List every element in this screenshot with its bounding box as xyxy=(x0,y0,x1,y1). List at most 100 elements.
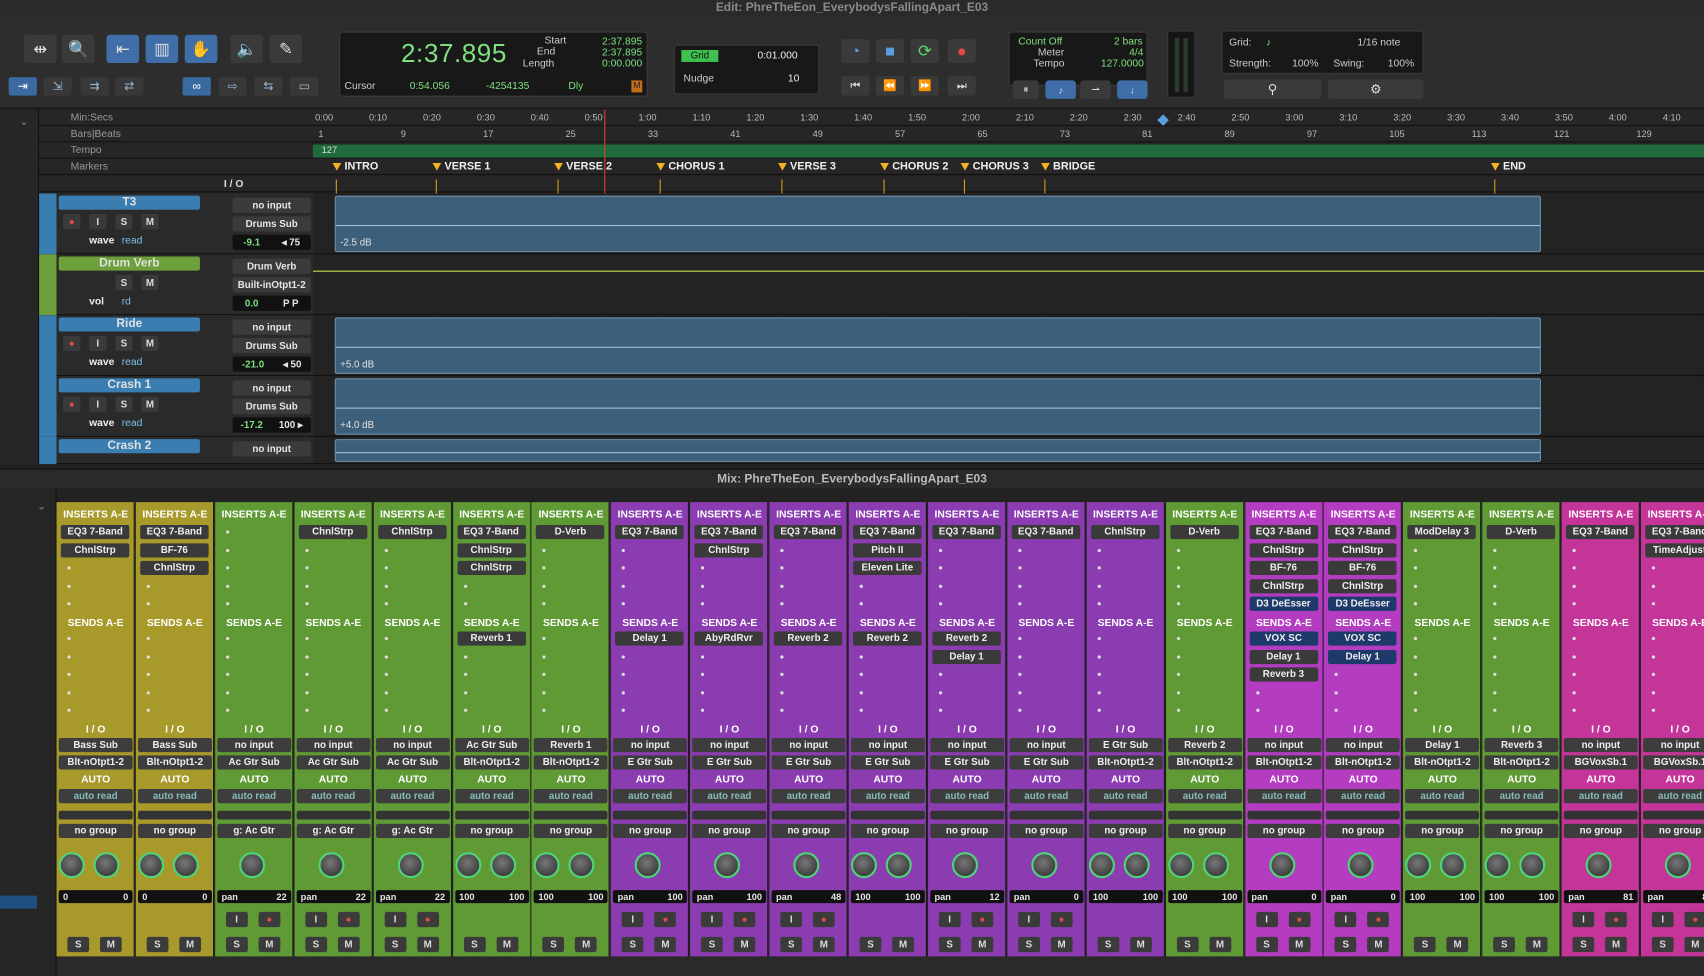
empty-insert-slot[interactable] xyxy=(384,566,388,570)
insert-slot[interactable]: D-Verb xyxy=(1486,524,1556,540)
empty-insert-slot[interactable] xyxy=(1414,602,1418,606)
track-input-selector[interactable]: Drum Verb xyxy=(232,258,311,274)
output-selector[interactable]: E Gtr Sub xyxy=(850,755,925,770)
mute-button[interactable]: M xyxy=(179,936,201,953)
automation-mode-selector[interactable]: auto read xyxy=(217,789,292,804)
insert-slot[interactable]: ChnlStrp xyxy=(456,560,526,575)
input-monitor-button[interactable]: I xyxy=(701,911,723,928)
insert-slot[interactable]: ChnlStrp xyxy=(298,524,367,540)
empty-insert-slot[interactable] xyxy=(225,566,230,570)
track-output-selector[interactable]: Drums Sub xyxy=(232,398,311,415)
output-selector[interactable]: E Gtr Sub xyxy=(1009,755,1084,770)
empty-insert-slot[interactable] xyxy=(1572,566,1576,570)
automation-mode-selector[interactable]: auto read xyxy=(137,789,212,804)
pan-value-display[interactable]: pan 0 xyxy=(1326,890,1401,904)
output-selector[interactable]: BGVoxSb.1 xyxy=(1563,755,1638,770)
mirror-icon[interactable]: ⇀ xyxy=(1080,80,1111,99)
mute-button[interactable]: M xyxy=(1367,936,1390,953)
insert-slot[interactable]: EQ3 7-Band xyxy=(1645,524,1704,540)
pan-knob-right[interactable] xyxy=(1202,852,1229,879)
empty-send-slot[interactable] xyxy=(621,690,626,694)
empty-insert-slot[interactable] xyxy=(1176,602,1180,606)
solo-button[interactable]: S xyxy=(621,936,644,953)
swing-value[interactable]: 100% xyxy=(1388,58,1414,70)
pan-value-display[interactable]: 00 xyxy=(58,890,133,904)
track-header[interactable]: Crash 2 no input xyxy=(39,436,313,465)
trim-tool-icon[interactable]: ⇤ xyxy=(106,34,140,64)
pan-value-display[interactable]: 100 100 xyxy=(454,890,529,904)
output-selector[interactable]: Blt-nOtpt1-2 xyxy=(454,755,529,770)
empty-send-slot[interactable] xyxy=(1018,690,1022,694)
mute-button[interactable]: M xyxy=(1446,936,1469,953)
empty-send-slot[interactable] xyxy=(780,654,784,659)
input-selector[interactable]: Reverb 2 xyxy=(1167,737,1242,753)
automation-mode-selector[interactable]: auto read xyxy=(613,789,688,804)
pan-value-display[interactable]: pan 100 xyxy=(613,890,688,904)
empty-send-slot[interactable] xyxy=(1651,654,1656,659)
empty-send-slot[interactable] xyxy=(701,654,705,659)
empty-insert-slot[interactable] xyxy=(542,548,546,552)
gear-icon[interactable]: ⚙ xyxy=(1327,79,1424,99)
input-monitor-button[interactable]: I xyxy=(305,911,327,928)
input-selector[interactable]: Bass Sub xyxy=(137,737,212,753)
record-enable-button[interactable]: ● xyxy=(63,335,81,352)
empty-insert-slot[interactable] xyxy=(225,530,230,534)
marker-chorus-1[interactable]: CHORUS 1 xyxy=(656,160,724,175)
markers-ruler[interactable]: Markers xyxy=(39,158,1704,175)
insert-slot[interactable]: ChnlStrp xyxy=(1328,542,1397,558)
pan-knob[interactable] xyxy=(1664,852,1691,879)
pan-knob[interactable] xyxy=(1585,852,1612,879)
empty-send-slot[interactable] xyxy=(780,690,784,694)
track-input-selector[interactable]: no input xyxy=(232,441,311,457)
empty-insert-slot[interactable] xyxy=(859,602,863,606)
solo-button[interactable]: S xyxy=(1018,936,1040,953)
track-input-selector[interactable]: no input xyxy=(232,319,311,335)
pan-knob-right[interactable] xyxy=(885,852,912,879)
group-selector[interactable]: no group xyxy=(1167,823,1242,838)
pan-knob-right[interactable] xyxy=(93,852,120,879)
track-playlist[interactable]: -2.5 dB xyxy=(312,193,1704,255)
input-selector[interactable]: Reverb 3 xyxy=(1484,737,1559,753)
mix-group-selection[interactable] xyxy=(0,895,37,909)
empty-insert-slot[interactable] xyxy=(1414,566,1418,570)
output-selector[interactable]: Blt-nOtpt1-2 xyxy=(1326,755,1401,770)
track-view-selector[interactable]: wave xyxy=(89,356,114,368)
empty-send-slot[interactable] xyxy=(859,654,863,659)
empty-send-slot[interactable] xyxy=(542,654,546,659)
spot-mode-button[interactable]: ⇲ xyxy=(43,77,72,96)
group-selector[interactable]: no group xyxy=(692,823,767,838)
output-selector[interactable]: BGVoxSb.1 xyxy=(1643,755,1704,770)
online-icon[interactable]: ◔ xyxy=(841,39,870,64)
record-enable-button[interactable]: ● xyxy=(654,911,677,928)
empty-send-slot[interactable] xyxy=(463,690,467,694)
mirror-midi-button[interactable]: ▭ xyxy=(290,77,319,96)
empty-insert-slot[interactable] xyxy=(621,566,626,570)
empty-send-slot[interactable] xyxy=(1651,690,1656,694)
empty-send-slot[interactable] xyxy=(1018,636,1022,641)
insert-slot[interactable]: EQ3 7-Band xyxy=(456,524,526,540)
insert-slot[interactable]: EQ3 7-Band xyxy=(1249,524,1318,540)
empty-send-slot[interactable] xyxy=(859,672,863,677)
send-slot[interactable]: Reverb 2 xyxy=(932,631,1001,646)
track-header[interactable]: Drum Verb Drum Verb S Mvol rd Built-inOtpt1-2… xyxy=(39,254,313,316)
solo-button[interactable]: S xyxy=(859,936,882,953)
record-enable-button[interactable]: ● xyxy=(63,214,81,230)
track-name[interactable]: Crash 2 xyxy=(58,439,200,454)
track-pan[interactable]: ◂ 50 xyxy=(283,356,302,371)
insert-slot[interactable]: EQ3 7-Band xyxy=(60,524,130,540)
solo-button[interactable]: S xyxy=(115,335,133,352)
empty-send-slot[interactable] xyxy=(621,654,626,659)
send-slot[interactable]: Reverb 2 xyxy=(773,631,843,646)
empty-send-slot[interactable] xyxy=(1493,636,1497,641)
empty-insert-slot[interactable] xyxy=(146,584,150,588)
conductor-icon[interactable]: ↓ xyxy=(1117,80,1148,99)
empty-send-slot[interactable] xyxy=(1018,708,1022,712)
empty-send-slot[interactable] xyxy=(621,708,626,712)
empty-insert-slot[interactable] xyxy=(701,584,705,588)
clip-gain-label[interactable]: +5.0 dB xyxy=(340,359,374,370)
group-selector[interactable]: no group xyxy=(454,823,529,838)
pan-knob-left[interactable] xyxy=(58,852,85,879)
track-header[interactable]: Ride no input ● I S Mwave read Drums Sub -21.0 ◂ … xyxy=(39,315,313,377)
insert-slot[interactable]: ChnlStrp xyxy=(1328,578,1397,593)
empty-insert-slot[interactable] xyxy=(780,548,784,552)
